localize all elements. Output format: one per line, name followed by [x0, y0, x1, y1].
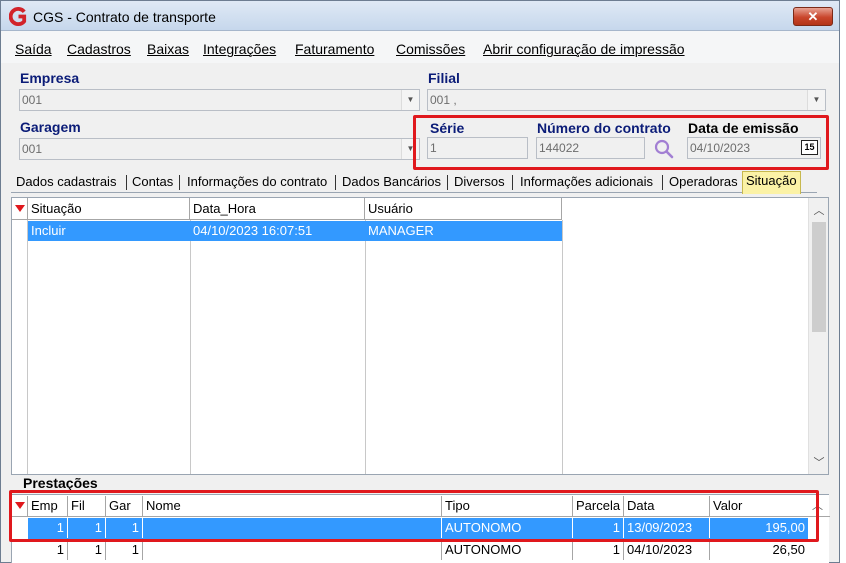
tab-separator	[335, 175, 336, 190]
table-row[interactable]: 1 1 1 AUTONOMO 1 04/10/2023 26,50	[28, 540, 808, 560]
empresa-combo[interactable]: 001 ▼	[19, 89, 420, 111]
menu-cadastros[interactable]: Cadastros	[67, 41, 131, 57]
column-header-situacao[interactable]: Situação	[28, 198, 190, 220]
filial-combo[interactable]: 001 , ▼	[427, 89, 826, 111]
tab-operadoras[interactable]: Operadoras	[666, 173, 741, 193]
cell-tipo: AUTONOMO	[442, 540, 573, 560]
cell-emp: 1	[28, 540, 68, 560]
cell-data-hora: 04/10/2023 16:07:51	[193, 223, 313, 238]
cell-situacao: Incluir	[31, 223, 66, 238]
garagem-combo[interactable]: 001 ▼	[19, 138, 420, 160]
cell-fil: 1	[68, 540, 106, 560]
column-header-usuario[interactable]: Usuário	[365, 198, 562, 220]
column-header-data-hora[interactable]: Data_Hora	[190, 198, 365, 220]
highlight-box-prestacoes	[9, 490, 819, 542]
cell-nome	[143, 540, 442, 560]
grid-indicator-header	[12, 198, 28, 220]
menu-faturamento[interactable]: Faturamento	[295, 41, 374, 57]
tab-dados-cadastrais[interactable]: Dados cadastrais	[13, 173, 119, 193]
table-row[interactable]: Incluir 04/10/2023 16:07:51 MANAGER	[28, 221, 562, 241]
scroll-down-icon[interactable]: ﹀	[809, 454, 829, 470]
situacao-grid: Situação Data_Hora Usuário Incluir 04/10…	[11, 197, 829, 475]
tab-diversos[interactable]: Diversos	[451, 173, 508, 193]
tab-informacoes-contrato[interactable]: Informações do contrato	[184, 173, 330, 193]
menu-baixas[interactable]: Baixas	[147, 41, 189, 57]
cell-usuario: MANAGER	[368, 223, 434, 238]
cgs-logo-icon	[9, 7, 27, 26]
tab-separator	[447, 175, 448, 190]
tab-separator	[662, 175, 663, 190]
empresa-value: 001	[22, 93, 43, 107]
menu-integracoes[interactable]: Integrações	[203, 41, 276, 57]
tab-separator	[512, 175, 513, 190]
cell-gar: 1	[106, 540, 143, 560]
grid-line	[562, 220, 563, 474]
tab-dados-bancarios[interactable]: Dados Bancários	[339, 173, 444, 193]
menu-saida[interactable]: Saída	[15, 41, 52, 57]
garagem-value: 001	[22, 142, 43, 156]
vertical-scrollbar[interactable]: ︿ ﹀	[808, 198, 828, 474]
garagem-label: Garagem	[20, 119, 81, 135]
window-title: CGS - Contrato de transporte	[33, 9, 216, 25]
tab-strip: Dados cadastrais Contas Informações do c…	[11, 171, 817, 194]
filial-value: 001 ,	[430, 93, 457, 107]
menu-bar: Saída Cadastros Baixas Integrações Fatur…	[1, 31, 839, 63]
tab-separator	[179, 175, 180, 190]
cell-valor: 26,50	[772, 542, 805, 557]
chevron-down-icon[interactable]: ▼	[807, 90, 825, 110]
scroll-up-icon[interactable]: ︿	[809, 202, 829, 218]
prestacoes-label: Prestações	[23, 475, 98, 491]
empresa-label: Empresa	[20, 70, 80, 86]
grid-line	[365, 220, 366, 474]
menu-comissoes[interactable]: Comissões	[396, 41, 465, 57]
menu-abrir-configuracao-impressao[interactable]: Abrir configuração de impressão	[483, 41, 685, 57]
tab-informacoes-adicionais[interactable]: Informações adicionais	[517, 173, 656, 193]
tab-situacao[interactable]: Situação	[742, 171, 801, 194]
grid-line	[27, 220, 28, 474]
cell-parcela: 1	[573, 540, 624, 560]
sort-indicator-icon	[15, 205, 25, 212]
scrollbar-thumb[interactable]	[812, 222, 826, 332]
tab-contas[interactable]: Contas	[129, 173, 176, 193]
chevron-down-icon[interactable]: ▼	[401, 90, 419, 110]
filial-label: Filial	[428, 70, 460, 86]
grid-line	[190, 220, 191, 474]
highlight-box-contract-info	[413, 115, 829, 170]
app-window: CGS - Contrato de transporte ✕ Saída Cad…	[0, 0, 840, 563]
title-bar: CGS - Contrato de transporte ✕	[1, 1, 839, 31]
cell-data: 04/10/2023	[624, 540, 710, 560]
tab-separator	[126, 175, 127, 190]
close-button[interactable]: ✕	[793, 7, 833, 26]
